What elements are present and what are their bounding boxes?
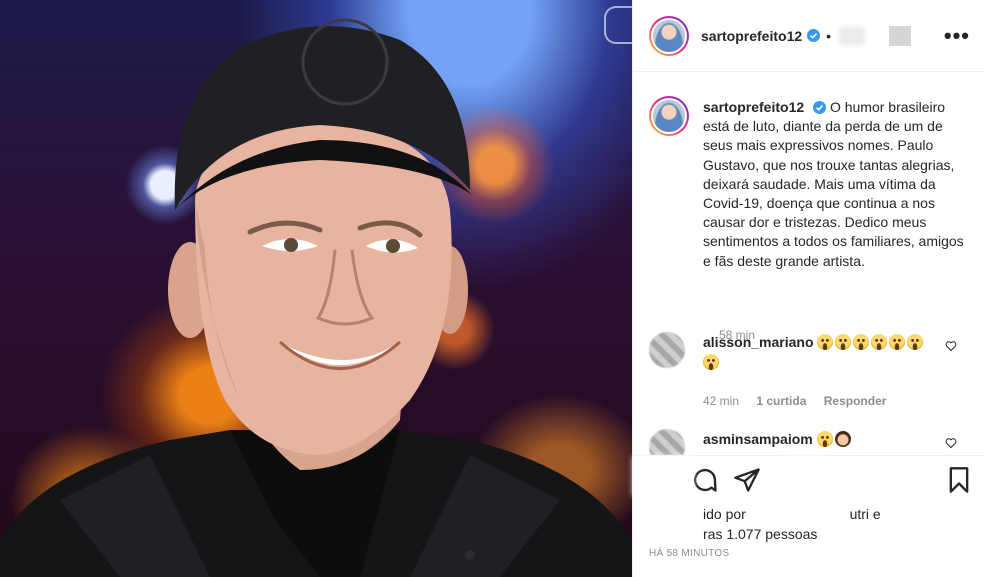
comments-scroll-area[interactable]: sartoprefeito12 O humor brasileiro está … <box>633 72 984 455</box>
comment-text: alisson_mariano <box>703 332 943 372</box>
redaction-blur <box>633 456 693 496</box>
liked-by-text[interactable]: ido por utri e ras 1.077 pessoas <box>703 504 881 544</box>
verified-badge-icon <box>813 101 827 114</box>
sad-emoji-icon <box>816 431 833 447</box>
sad-emoji-icon <box>871 334 888 350</box>
woman-emoji-icon <box>834 431 851 447</box>
follow-button-redacted[interactable] <box>839 26 866 45</box>
comment-likes[interactable]: 1 curtida <box>756 394 806 408</box>
sad-emoji-icon <box>835 334 852 350</box>
comment-icon[interactable] <box>691 466 719 494</box>
reply-button[interactable]: Responder <box>824 394 887 408</box>
post-side-panel: sartoprefeito12 • ••• sartoprefeito12 O … <box>632 0 984 577</box>
post-photo[interactable] <box>0 0 632 577</box>
author-username[interactable]: sartoprefeito12 <box>701 28 802 44</box>
portrait-illustration <box>0 18 632 577</box>
commenter-avatar[interactable] <box>649 332 685 368</box>
caption-text: sartoprefeito12 O humor brasileiro está … <box>703 98 971 271</box>
post-actions: ido por utri e ras 1.077 pessoas HÁ 58 M… <box>633 455 984 577</box>
comment-username[interactable]: asminsampaiom <box>703 431 813 447</box>
caption-avatar[interactable] <box>649 96 689 136</box>
comment-username[interactable]: alisson_mariano <box>703 334 814 350</box>
commenter-avatar[interactable] <box>649 429 685 455</box>
sad-emoji-icon <box>889 334 906 350</box>
sad-emoji-icon <box>853 334 870 350</box>
header-separator: • <box>826 27 832 44</box>
comment-like-heart-icon[interactable] <box>945 437 957 449</box>
verified-badge-icon <box>807 29 821 42</box>
redacted-block <box>889 25 912 46</box>
likes-count[interactable]: ras 1.077 pessoas <box>703 526 817 542</box>
bookmark-icon[interactable] <box>945 466 973 494</box>
sad-emoji-icon <box>703 354 719 370</box>
comment-meta: 42 min 1 curtida Responder <box>703 394 900 408</box>
liked-by-prefix: ido por <box>703 506 746 522</box>
comment-text: asminsampaiom <box>703 429 943 449</box>
author-avatar[interactable] <box>649 15 689 56</box>
post-age[interactable]: HÁ 58 MINUTOS <box>649 548 729 559</box>
liked-by-suffix: utri e <box>849 506 881 522</box>
share-icon[interactable] <box>733 466 761 494</box>
comment-time[interactable]: 42 min <box>703 394 739 408</box>
sad-emoji-icon <box>907 334 924 350</box>
sad-emoji-icon <box>817 334 834 350</box>
comment-like-heart-icon[interactable] <box>945 340 957 352</box>
photo-watermark-shape <box>604 6 632 44</box>
caption-body: O humor brasileiro está de luto, diante … <box>703 99 964 269</box>
post-header: sartoprefeito12 • ••• <box>633 0 984 72</box>
redaction-blur <box>783 456 823 470</box>
more-options-icon[interactable]: ••• <box>944 24 970 46</box>
caption-username[interactable]: sartoprefeito12 <box>703 99 804 115</box>
